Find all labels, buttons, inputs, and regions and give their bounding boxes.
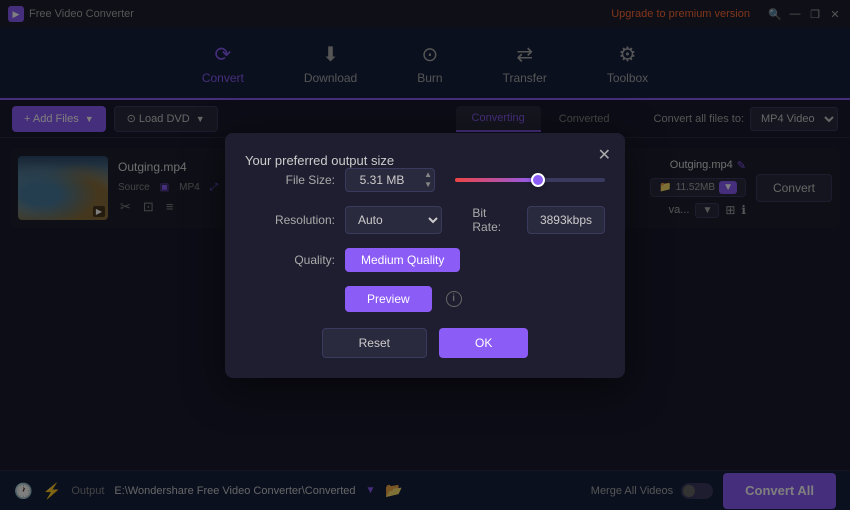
dialog-close-button[interactable]: ✕ bbox=[598, 145, 611, 165]
resolution-select[interactable]: Auto bbox=[345, 206, 442, 234]
size-slider[interactable] bbox=[455, 172, 605, 188]
bit-rate-label: Bit Rate: bbox=[472, 206, 517, 234]
slider-thumb[interactable] bbox=[531, 173, 545, 187]
dialog-footer: Reset OK bbox=[245, 328, 605, 358]
file-size-label: File Size: bbox=[245, 173, 335, 187]
slider-track bbox=[455, 178, 605, 182]
preview-row: Preview i bbox=[245, 286, 605, 312]
quality-row: Quality: Medium Quality bbox=[245, 248, 605, 272]
resolution-label: Resolution: bbox=[245, 213, 335, 227]
bit-rate-display: 3893kbps bbox=[527, 206, 605, 234]
dialog-title: Your preferred output size bbox=[245, 153, 394, 168]
quality-button[interactable]: Medium Quality bbox=[345, 248, 460, 272]
dialog-reset-button[interactable]: Reset bbox=[322, 328, 427, 358]
resolution-row: Resolution: Auto Bit Rate: 3893kbps bbox=[245, 206, 605, 234]
file-size-input[interactable] bbox=[345, 168, 435, 192]
preview-info-icon[interactable]: i bbox=[446, 291, 462, 307]
slider-fill bbox=[455, 178, 538, 182]
file-size-row: File Size: ▲ ▼ bbox=[245, 168, 605, 192]
spin-buttons: ▲ ▼ bbox=[424, 170, 432, 190]
output-size-dialog: Your preferred output size ✕ File Size: … bbox=[225, 133, 625, 378]
modal-overlay: Your preferred output size ✕ File Size: … bbox=[0, 0, 850, 510]
preview-button[interactable]: Preview bbox=[345, 286, 432, 312]
spin-up-button[interactable]: ▲ bbox=[424, 170, 432, 180]
spin-down-button[interactable]: ▼ bbox=[424, 180, 432, 190]
dialog-ok-button[interactable]: OK bbox=[439, 328, 528, 358]
quality-label: Quality: bbox=[245, 253, 335, 267]
file-size-input-wrap: ▲ ▼ bbox=[345, 168, 435, 192]
